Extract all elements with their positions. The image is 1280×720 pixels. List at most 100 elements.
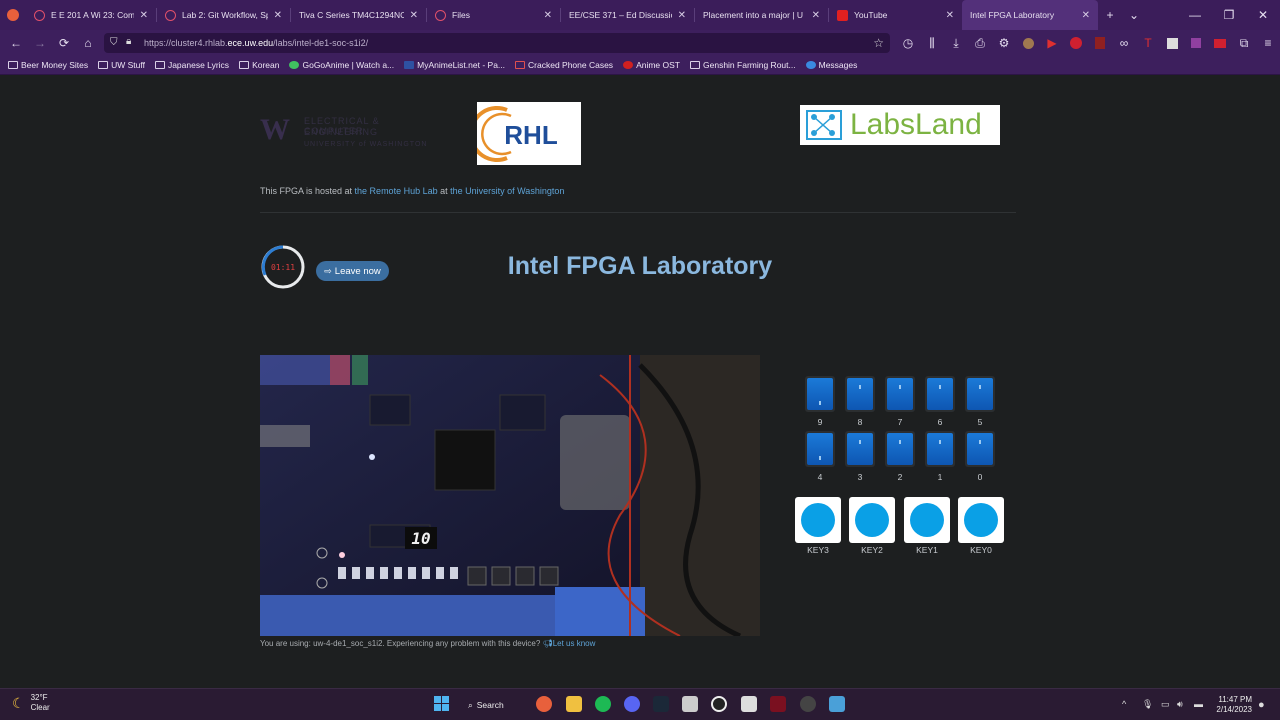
key0-button[interactable] [958,497,1004,543]
tab-close-icon[interactable]: ✕ [544,10,552,21]
key1-button[interactable] [904,497,950,543]
bookmark-item[interactable]: MyAnimeList.net - Pa... [404,60,505,70]
switch-1[interactable] [925,431,955,467]
file-explorer-icon[interactable] [566,696,582,712]
app-icon[interactable] [770,696,786,712]
tab-close-icon[interactable]: ✕ [946,10,954,21]
bookmark-star-icon[interactable]: ☆ [873,36,884,50]
github-icon[interactable] [711,696,727,712]
bookmark-item[interactable]: Genshin Farming Rout... [690,60,796,70]
bookmark-item[interactable]: Korean [239,60,279,70]
rhl-logo[interactable]: RHL [469,102,581,165]
tab-tiva[interactable]: Tiva C Series TM4C1294NCPDT ✕ [291,0,426,30]
back-icon[interactable]: ← [4,31,28,55]
extension-t-icon[interactable]: T [1136,31,1160,55]
home-icon[interactable]: ⌂ [76,31,100,55]
switch-2[interactable] [885,431,915,467]
bookmark-item[interactable]: Beer Money Sites [8,60,88,70]
tab-lab2[interactable]: Lab 2: Git Workflow, Speed ✕ [157,0,290,30]
switch-6[interactable] [925,376,955,412]
lock-icon[interactable]: 🔒︎ [126,36,131,47]
steam-icon[interactable] [653,696,669,712]
switch-toggle [967,433,993,465]
tab-ee201[interactable]: E E 201 A Wi 23: Computer ✕ [26,0,156,30]
key2-button[interactable] [849,497,895,543]
spotify-icon[interactable] [595,696,611,712]
uw-link[interactable]: the University of Washington [450,186,564,196]
weather-widget[interactable]: ☾ 32°F Clear [12,693,50,713]
taskbar-search-button[interactable]: ⌕ Search [468,695,504,715]
tab-close-icon[interactable]: ✕ [678,10,686,21]
switch-0[interactable] [965,431,995,467]
switch-8[interactable] [845,376,875,412]
shield-icon[interactable]: ⛉ [110,37,118,48]
switch-4[interactable] [805,431,835,467]
extension-avatar-icon[interactable] [1016,31,1040,55]
tab-close-icon[interactable]: ✕ [1082,10,1090,21]
notification-icon[interactable]: ● [1258,699,1265,711]
tab-youtube[interactable]: YouTube ✕ [829,0,962,30]
switch-9[interactable] [805,376,835,412]
tab-files[interactable]: Files ✕ [427,0,560,30]
extension-notify-icon[interactable] [1184,31,1208,55]
firefox-icon[interactable] [536,696,552,712]
new-tab-icon[interactable]: + [1098,3,1122,27]
extension-square-icon[interactable] [1160,31,1184,55]
discord-icon[interactable] [624,696,640,712]
switch-3[interactable] [845,431,875,467]
labsland-logo[interactable]: LabsLand [800,105,1000,145]
extension-youtube-icon[interactable]: ▶ [1040,31,1064,55]
remote-hub-lab-link[interactable]: the Remote Hub Lab [355,186,438,196]
switch-5[interactable] [965,376,995,412]
uw-ece-logo[interactable]: W ELECTRICAL & COMPUTER ENGINEERING UNIV… [260,113,440,153]
windows-start-icon[interactable] [434,696,450,712]
close-window-icon[interactable]: ✕ [1246,3,1280,27]
download-icon[interactable]: ⤓ [944,31,968,55]
bookmark-item[interactable]: Messages [805,60,857,70]
bookmark-item[interactable]: GoGoAnime | Watch a... [289,60,394,70]
print-icon[interactable]: ⎙ [968,31,992,55]
let-us-know-link[interactable]: Let us know [553,639,596,648]
reload-icon[interactable]: ⟳ [52,31,76,55]
taskbar-clock[interactable]: 11:47 PM 2/14/2023 [1208,695,1252,715]
microphone-icon[interactable]: 🎙︎ [1142,699,1153,710]
key3-button[interactable] [795,497,841,543]
bookmark-item[interactable]: Cracked Phone Cases [515,60,613,70]
app-icon[interactable] [800,696,816,712]
bookmark-item[interactable]: Japanese Lyrics [154,60,229,70]
bookmark-item[interactable]: UW Stuff [98,60,145,70]
tab-list-chevron-icon[interactable]: ⌄ [1122,3,1146,27]
tab-close-icon[interactable]: ✕ [274,10,282,21]
library-icon[interactable]: ⫼ [920,31,944,55]
firefox-menu-icon[interactable] [0,3,26,27]
restore-icon[interactable]: ❐ [1212,3,1246,27]
switch-7[interactable] [885,376,915,412]
extension-red-icon[interactable] [1208,31,1232,55]
extension-adblock-icon[interactable] [1064,31,1088,55]
tab-intel-fpga[interactable]: Intel FPGA Laboratory ✕ [962,0,1098,30]
tray-chevron-icon[interactable]: ^ [1122,699,1126,709]
forward-icon[interactable]: → [28,31,52,55]
tab-ed-discussion[interactable]: EE/CSE 371 – Ed Discussion ✕ [561,0,694,30]
extension-glasses-icon[interactable]: ∞ [1112,31,1136,55]
tab-close-icon[interactable]: ✕ [812,10,820,21]
tab-placement[interactable]: Placement into a major | U ✕ [695,0,828,30]
tab-close-icon[interactable]: ✕ [410,10,418,21]
minimize-icon[interactable]: — [1178,3,1212,27]
app-icon[interactable] [741,696,757,712]
battery-icon[interactable]: ▬ [1194,699,1203,709]
tab-close-icon[interactable]: ✕ [140,10,148,21]
app-icon[interactable] [682,696,698,712]
address-bar[interactable]: ⛉ 🔒︎ https://cluster4.rhlab.ece.uw.edu/l… [104,33,890,53]
leave-now-button[interactable]: ⇨ Leave now [316,261,389,281]
settings-gear-icon[interactable]: ⚙ [992,31,1016,55]
extension-ublock-icon[interactable] [1088,31,1112,55]
history-icon[interactable]: ◷ [896,31,920,55]
bookmark-item[interactable]: Anime OST [623,60,680,70]
volume-icon[interactable]: 🔊︎ [1177,699,1183,710]
network-icon[interactable]: ▭ [1161,699,1170,710]
bookmark-label: Korean [252,60,280,70]
menu-hamburger-icon[interactable]: ≡ [1256,31,1280,55]
app-icon[interactable] [829,696,845,712]
extensions-puzzle-icon[interactable]: ⧉ [1232,31,1256,55]
